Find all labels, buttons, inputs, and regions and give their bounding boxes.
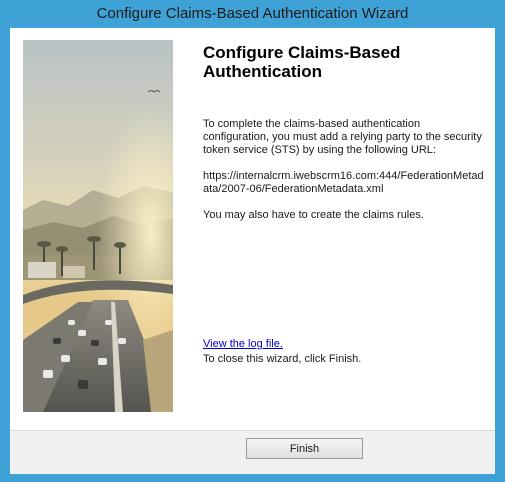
instructions-text: To complete the claims-based authenticat…: [203, 118, 482, 156]
federation-metadata-url: https://internalcrm.iwebscrm16.com:444/F…: [203, 170, 484, 195]
claims-rules-note: You may also have to create the claims r…: [203, 209, 424, 221]
wizard-window: Configure Claims-Based Authentication Wi…: [0, 0, 505, 482]
window-title[interactable]: Configure Claims-Based Authentication Wi…: [0, 0, 505, 28]
close-hint-text: To close this wizard, click Finish.: [203, 353, 362, 365]
wizard-client-area: Configure Claims-Based Authentication To…: [10, 28, 495, 430]
view-log-file-link[interactable]: View the log file.: [203, 338, 283, 350]
finish-button[interactable]: Finish: [246, 438, 363, 459]
page-title: Configure Claims-Based Authentication: [203, 43, 401, 81]
wizard-footer: Finish: [10, 430, 495, 474]
wizard-content: Configure Claims-Based Authentication To…: [203, 43, 488, 221]
wizard-side-image: [23, 40, 173, 412]
